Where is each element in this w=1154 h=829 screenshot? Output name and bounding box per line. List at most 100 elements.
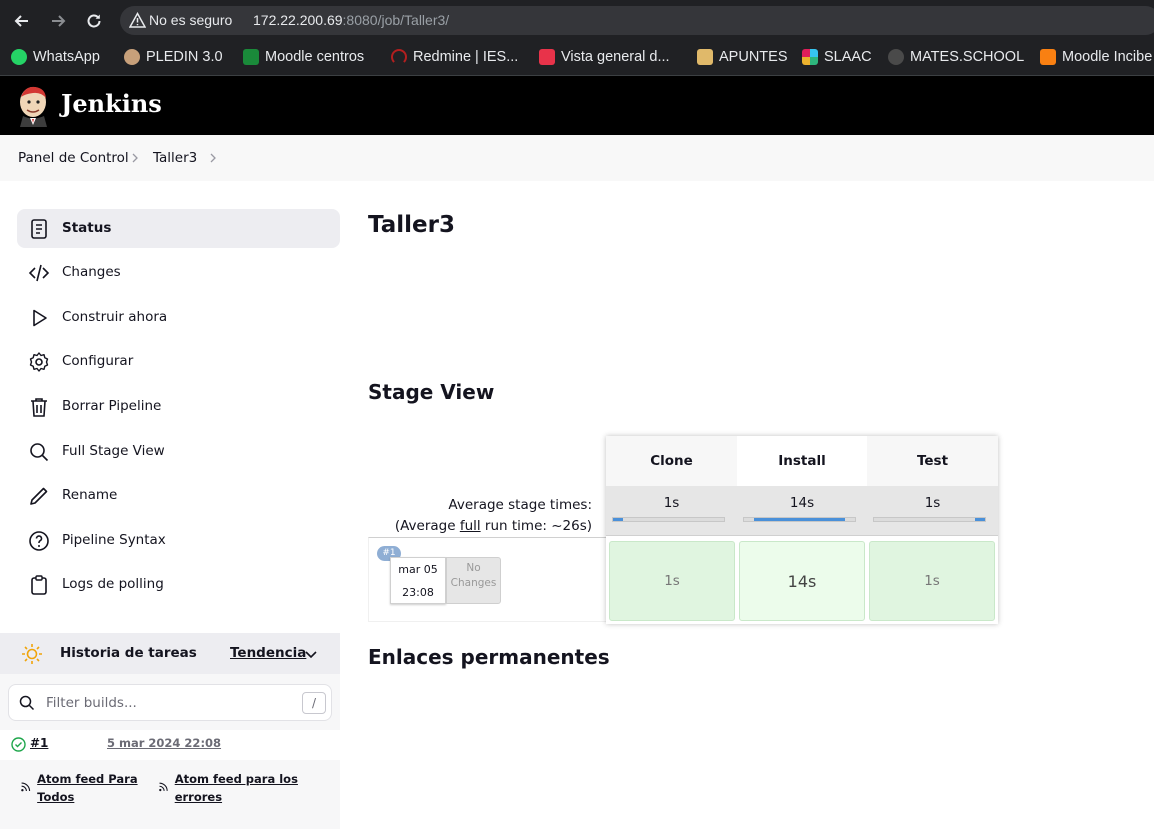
stage-progress-bar <box>612 517 725 522</box>
stage-progress-fill <box>753 518 845 521</box>
bookmark-apuntes[interactable]: APUNTES <box>697 49 788 65</box>
bookmark-label: Vista general d... <box>561 49 670 65</box>
bookmark-whatsapp[interactable]: WhatsApp <box>11 49 100 65</box>
bookmark-label: APUNTES <box>719 49 788 65</box>
filter-builds-input[interactable] <box>46 693 296 713</box>
trash-icon <box>31 398 47 417</box>
jenkins-logo-icon[interactable] <box>17 85 50 127</box>
build-row[interactable]: #1 5 mar 2024 22:08 <box>0 730 340 760</box>
sidebar-item-label: Construir ahora <box>62 309 168 325</box>
atom-feed-failures-link[interactable]: Atom feed para los errores <box>175 770 308 806</box>
bookmark-pledin[interactable]: PLEDIN 3.0 <box>124 49 223 65</box>
atom-feed-failures[interactable]: Atom feed para los errores <box>158 770 308 806</box>
security-label[interactable]: No es seguro <box>149 12 232 28</box>
run-date-day: mar 05 <box>398 563 438 576</box>
sidebar-item-label: Borrar Pipeline <box>62 398 162 414</box>
stage-view-table: Clone Install Test 1s 14s 1s 1s 14s 1s <box>606 436 998 624</box>
stage-cell-test[interactable]: 1s <box>869 541 995 621</box>
bookmark-moodle-incibe[interactable]: Moodle Incibe <box>1040 49 1152 65</box>
slack-icon <box>802 49 818 65</box>
sidebar-item-label: Configurar <box>62 353 134 369</box>
bookmark-redmine[interactable]: Redmine | IES... <box>391 49 518 65</box>
sidebar-item-label: Full Stage View <box>62 443 165 459</box>
bookmark-moodle-centros[interactable]: Moodle centros <box>243 49 364 65</box>
bookmark-slaac[interactable]: SLAAC <box>802 49 872 65</box>
rss-icon <box>159 782 168 792</box>
url-host: 172.22.200.69 <box>253 12 343 28</box>
full-run-link[interactable]: full <box>460 518 481 534</box>
keyboard-shortcut-hint: / <box>302 692 326 714</box>
chevron-down-icon[interactable] <box>304 647 318 661</box>
filter-builds-field[interactable]: / <box>8 684 332 721</box>
pledin-icon <box>124 49 140 65</box>
stage-cell-install[interactable]: 14s <box>739 541 865 621</box>
sidebar-item-changes[interactable]: Changes <box>17 253 340 292</box>
back-arrow-icon <box>14 15 28 27</box>
clipboard-icon <box>31 575 47 595</box>
stage-header-clone: Clone <box>606 436 737 486</box>
build-history-header: Historia de tareas Tendencia <box>0 633 340 674</box>
search-icon <box>30 443 49 462</box>
pencil-icon <box>30 487 48 505</box>
sun-icon <box>22 644 42 664</box>
warning-icon <box>129 12 146 28</box>
average-stage-times: Average stage times: (Average full run t… <box>395 495 592 537</box>
sidebar-item-label: Status <box>62 220 112 236</box>
atom-feed-all[interactable]: Atom feed Para Todos <box>20 770 150 806</box>
sidebar-item-borrar-pipeline[interactable]: Borrar Pipeline <box>17 387 340 426</box>
stage-header-install: Install <box>737 436 867 486</box>
url-path: :8080/job/Taller3/ <box>342 12 450 28</box>
sidebar-item-rename[interactable]: Rename <box>17 476 340 515</box>
build-number-link[interactable]: #1 <box>30 736 48 750</box>
stage-progress-fill <box>613 518 623 521</box>
stage-view-title: Stage View <box>368 380 495 404</box>
sidebar-item-status[interactable]: Status <box>17 209 340 248</box>
reload-button[interactable] <box>83 10 105 32</box>
browser-toolbar: No es seguro 172.22.200.69:8080/job/Tall… <box>0 0 1154 41</box>
stage-average-clone: 1s <box>606 486 737 536</box>
bookmark-label: SLAAC <box>824 49 872 65</box>
sidebar-item-pipeline-syntax[interactable]: Pipeline Syntax <box>17 521 340 560</box>
stage-average-value: 1s <box>663 495 680 511</box>
jenkins-header: Jenkins <box>0 76 1154 135</box>
build-history-title: Historia de tareas <box>60 645 197 661</box>
jenkins-title[interactable]: Jenkins <box>61 89 162 118</box>
sidebar-item-full-stage-view[interactable]: Full Stage View <box>17 432 340 471</box>
breadcrumb: Panel de Control Taller3 <box>0 135 1154 181</box>
back-button[interactable] <box>11 10 33 32</box>
stage-cell-clone[interactable]: 1s <box>609 541 735 621</box>
page-title: Taller3 <box>368 212 455 238</box>
bookmark-mates-school[interactable]: MATES.SCHOOL <box>888 49 1024 65</box>
sidebar-item-construir-ahora[interactable]: Construir ahora <box>17 298 340 337</box>
breadcrumb-dashboard[interactable]: Panel de Control <box>18 150 129 166</box>
run-date-time: 23:08 <box>402 586 434 599</box>
average-stage-times-label: Average stage times: <box>448 497 592 513</box>
gear-icon <box>29 352 49 372</box>
run-changes[interactable]: No Changes <box>446 557 501 604</box>
bookmark-label: WhatsApp <box>33 49 100 65</box>
bookmark-label: Moodle centros <box>265 49 365 65</box>
rss-icon <box>21 782 31 792</box>
stage-average-test: 1s <box>867 486 998 536</box>
sidebar-item-logs-de-polling[interactable]: Logs de polling <box>17 565 340 604</box>
url-text[interactable]: 172.22.200.69:8080/job/Taller3/ <box>253 12 449 28</box>
bookmark-label: PLEDIN 3.0 <box>146 49 223 65</box>
success-check-icon <box>11 737 26 752</box>
whatsapp-icon <box>11 49 27 65</box>
chevron-right-icon[interactable] <box>207 152 219 164</box>
address-bar[interactable]: No es seguro 172.22.200.69:8080/job/Tall… <box>120 6 1154 35</box>
forward-button[interactable] <box>47 10 69 32</box>
bookmark-label: Redmine | IES... <box>413 49 519 65</box>
average-run-suffix: run time: ~26s) <box>480 518 592 534</box>
bookmark-vista-general[interactable]: Vista general d... <box>539 49 670 65</box>
breadcrumb-job[interactable]: Taller3 <box>153 150 197 166</box>
sidebar-item-label: Rename <box>62 487 118 503</box>
bookmark-label: MATES.SCHOOL <box>910 49 1025 65</box>
trend-link[interactable]: Tendencia <box>230 645 306 661</box>
sidebar-item-configurar[interactable]: Configurar <box>17 342 340 381</box>
moodle-centros-icon <box>243 49 259 65</box>
stage-progress-bar <box>743 517 856 522</box>
build-date-link[interactable]: 5 mar 2024 22:08 <box>107 736 221 750</box>
status-icon <box>31 219 47 239</box>
atom-feed-all-link[interactable]: Atom feed Para Todos <box>37 770 150 806</box>
